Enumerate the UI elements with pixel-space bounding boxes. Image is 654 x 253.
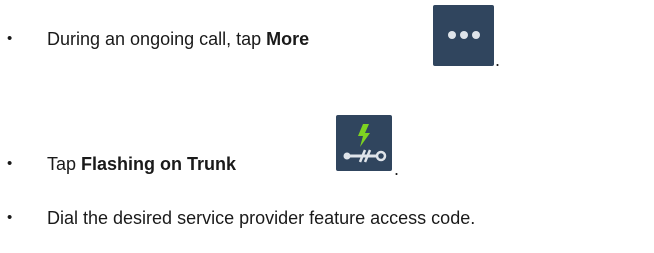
flashing-on-trunk-icon [336,115,392,171]
flashing-on-trunk-label: Flashing on Trunk [81,154,237,174]
instruction-text: Tap Flashing on Trunk [47,153,236,175]
instruction-step-flashing-on-trunk: • Tap Flashing on Trunk . [0,107,654,182]
bullet: • [7,30,13,47]
instruction-text-before: During an ongoing call, tap [47,29,267,49]
bullet: • [7,155,13,172]
period: . [394,159,400,179]
instruction-text: Dial the desired service provider featur… [47,208,476,228]
more-icon [433,5,494,66]
instruction-step-dial-code: • Dial the desired service provider feat… [0,196,654,236]
trunk-flash-icon [343,124,387,163]
more-label: More [266,29,310,49]
bullet: • [7,209,13,226]
period: . [495,50,501,70]
ellipsis-dots [433,31,494,39]
more-icon-tile [433,5,494,66]
instruction-text-before: Tap [47,154,82,174]
flashing-on-trunk-icon-tile [336,115,392,171]
instruction-step-more: • During an ongoing call, tap More . [0,0,654,75]
instruction-text: During an ongoing call, tap More [47,28,309,50]
